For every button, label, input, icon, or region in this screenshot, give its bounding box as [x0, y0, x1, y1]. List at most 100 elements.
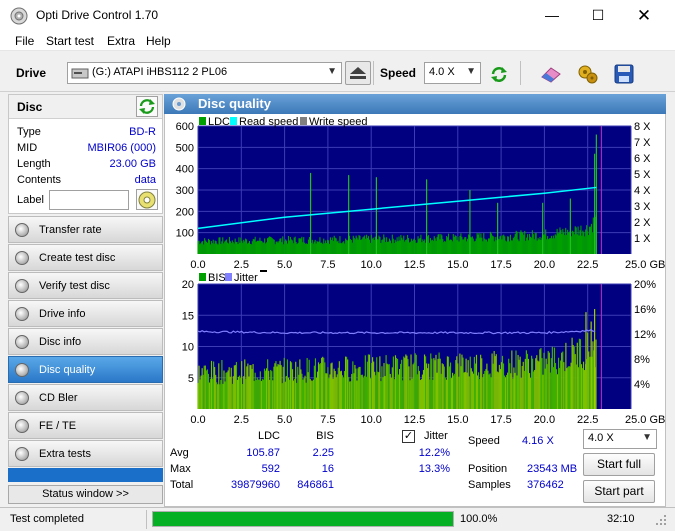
- y2-tick-label: 16%: [634, 304, 656, 316]
- nav-label: Drive info: [39, 308, 86, 320]
- status-bar: Test completed 100.0% 32:10: [0, 507, 675, 531]
- menu-file[interactable]: File: [15, 34, 34, 48]
- x-tick-label: 0.0: [190, 414, 205, 424]
- gear-icon: [578, 65, 598, 84]
- app-disc-icon: [10, 7, 28, 25]
- nav-label: Extra tests: [39, 448, 91, 460]
- nav-icon: [15, 363, 29, 377]
- y2-tick-label: 4%: [634, 379, 650, 391]
- y-tick-label: 15: [182, 310, 194, 322]
- speed-readout-value: 4.16 X: [522, 435, 554, 447]
- nav-create-test-disc[interactable]: Create test disc: [8, 244, 163, 271]
- nav-label: CD Bler: [39, 392, 78, 404]
- toolbar-divider: [520, 61, 521, 85]
- nav-icon: [15, 307, 29, 321]
- y2-tick-label: 1 X: [634, 233, 651, 245]
- legend-marker: [260, 270, 267, 272]
- nav-verify-test-disc[interactable]: Verify test disc: [8, 272, 163, 299]
- drive-icon: [71, 68, 89, 79]
- nav-label: Disc info: [39, 336, 82, 348]
- legend-read-speed: Read speed: [239, 116, 298, 128]
- y2-tick-label: 6 X: [634, 153, 651, 165]
- disc-type-value: BD-R: [129, 126, 156, 138]
- legend-bis: BIS: [208, 272, 226, 284]
- start-full-button[interactable]: Start full: [583, 453, 655, 476]
- save-button[interactable]: [611, 61, 637, 85]
- nav-drive-info[interactable]: Drive info: [8, 300, 163, 327]
- erase-button[interactable]: [538, 61, 564, 85]
- drive-select[interactable]: (G:) ATAPI iHBS112 2 PL06 ▼: [67, 62, 342, 84]
- y2-tick-label: 3 X: [634, 201, 651, 213]
- disc-label-input[interactable]: [49, 190, 129, 210]
- nav-footer-bar: [8, 468, 163, 482]
- status-window-button[interactable]: Status window >>: [8, 485, 163, 504]
- max-jitter: 13.3%: [418, 463, 450, 475]
- disc-mid-value: MBIR06 (000): [87, 142, 156, 154]
- jitter-checkbox[interactable]: ✓: [402, 430, 415, 443]
- disc-refresh-button[interactable]: [136, 96, 158, 117]
- nav-icon: [15, 279, 29, 293]
- close-icon[interactable]: ✕: [621, 0, 667, 31]
- status-text: Test completed: [10, 513, 84, 525]
- disc-label-button[interactable]: [136, 189, 158, 210]
- test-speed-select[interactable]: 4.0 X ▼: [583, 429, 657, 449]
- disc-icon: [138, 191, 156, 209]
- nav-label: Create test disc: [39, 252, 116, 264]
- chevron-down-icon: ▼: [466, 66, 476, 77]
- start-part-button[interactable]: Start part: [583, 480, 655, 503]
- drive-label: Drive: [16, 66, 47, 80]
- stats-col-jitter: Jitter: [424, 430, 448, 442]
- title-bar: Opti Drive Control 1.70 — ☐ ✕: [0, 0, 675, 31]
- disc-contents-label: Contents: [17, 174, 62, 186]
- menu-bar: File Start test Extra Help: [0, 31, 675, 51]
- disc-contents-value: data: [134, 174, 156, 186]
- speed-select-value: 4.0 X: [429, 66, 455, 78]
- y2-tick-label: 2 X: [634, 217, 651, 229]
- drive-select-value: (G:) ATAPI iHBS112 2 PL06: [92, 66, 228, 78]
- nav-extra-tests[interactable]: Extra tests: [8, 440, 163, 467]
- refresh-icon: [139, 99, 155, 114]
- stats-col-ldc: LDC: [257, 430, 280, 442]
- chevron-down-icon: ▼: [642, 432, 652, 443]
- position-value: 23543 MB: [527, 463, 578, 475]
- settings-button[interactable]: [575, 61, 601, 85]
- disc-length-value: 23.00 GB: [109, 158, 156, 170]
- speed-select[interactable]: 4.0 X ▼: [424, 62, 481, 84]
- nav-transfer-rate[interactable]: Transfer rate: [8, 216, 163, 243]
- nav-icon: [15, 335, 29, 349]
- nav-cd-bler[interactable]: CD Bler: [8, 384, 163, 411]
- legend-jitter: Jitter: [234, 272, 258, 284]
- test-speed-value: 4.0 X: [588, 432, 614, 444]
- elapsed-time: 32:10: [607, 513, 635, 525]
- x-tick-label: 22.5: [577, 414, 598, 424]
- ldc-chart: 0.0 2.5 5.0 7.5 10.0 12.5 15.0 17.5 20.0 22.5 25.0…: [176, 116, 665, 270]
- refresh-button[interactable]: [486, 61, 512, 85]
- legend-swatch-ldc: [199, 117, 206, 125]
- y-tick-label: 20: [182, 279, 194, 291]
- legend-swatch-write: [300, 117, 307, 125]
- eject-button[interactable]: [345, 61, 371, 85]
- nav-icon: [15, 447, 29, 461]
- speed-label: Speed: [380, 66, 417, 80]
- legend-ldc: LDC: [208, 116, 230, 128]
- total-bis: 846861: [297, 479, 334, 491]
- bis-chart: 0.0 2.5 5.0 7.5 10.0 12.5 15.0 17.5 20.0 22.5 25.0…: [182, 270, 665, 424]
- minimize-icon[interactable]: —: [529, 0, 575, 31]
- nav-fe-te[interactable]: FE / TE: [8, 412, 163, 439]
- nav-icon: [15, 419, 29, 433]
- maximize-icon[interactable]: ☐: [575, 0, 621, 31]
- y2-tick-label: 8 X: [634, 121, 651, 133]
- disc-header-title: Disc: [17, 100, 43, 114]
- resize-grip-icon[interactable]: [655, 514, 667, 526]
- y-tick-label: 600: [176, 121, 194, 133]
- disc-mid-label: MID: [17, 142, 38, 154]
- y2-tick-label: 8%: [634, 354, 650, 366]
- menu-help[interactable]: Help: [146, 34, 171, 48]
- y-tick-label: 400: [176, 164, 194, 176]
- y2-tick-label: 5 X: [634, 169, 651, 181]
- menu-extra[interactable]: Extra: [107, 34, 135, 48]
- nav-disc-quality[interactable]: Disc quality: [8, 356, 163, 383]
- nav-disc-info[interactable]: Disc info: [8, 328, 163, 355]
- menu-start-test[interactable]: Start test: [46, 34, 94, 48]
- legend-swatch-jitter: [225, 273, 232, 281]
